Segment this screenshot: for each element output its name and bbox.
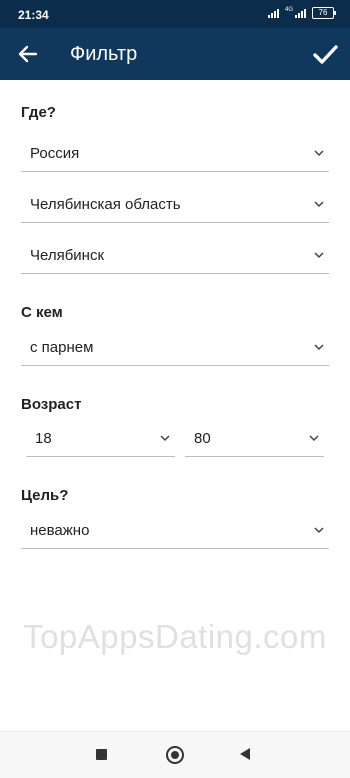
chevron-down-icon bbox=[314, 344, 324, 351]
circle-icon[interactable] bbox=[166, 746, 184, 764]
goal-label: Цель? bbox=[21, 487, 69, 504]
where-label: Где? bbox=[21, 104, 56, 121]
status-time: 21:34 bbox=[18, 8, 49, 22]
chevron-down-icon bbox=[160, 435, 170, 442]
system-nav-bar bbox=[0, 731, 350, 778]
app-bar: Фильтр bbox=[0, 28, 350, 80]
with-whom-label: С кем bbox=[21, 304, 63, 321]
signal-icon bbox=[267, 8, 279, 18]
region-value: Челябинская область bbox=[30, 196, 181, 213]
signal-icon-2 bbox=[295, 8, 306, 18]
square-icon[interactable] bbox=[96, 749, 107, 760]
status-bar: 21:34 4G 76 bbox=[0, 0, 350, 28]
chevron-down-icon bbox=[314, 527, 324, 534]
status-icons: 4G 76 bbox=[267, 7, 336, 19]
network-type: 4G bbox=[284, 7, 293, 13]
region-select[interactable]: Челябинская область bbox=[21, 184, 329, 223]
chevron-down-icon bbox=[314, 150, 324, 157]
battery-icon: 76 bbox=[312, 7, 336, 19]
country-select[interactable]: Россия bbox=[21, 133, 329, 172]
age-from-value: 18 bbox=[35, 430, 52, 447]
age-to-value: 80 bbox=[194, 430, 211, 447]
city-select[interactable]: Челябинск bbox=[21, 235, 329, 274]
triangle-back-icon[interactable] bbox=[240, 748, 250, 760]
age-from-select[interactable]: 18 bbox=[26, 418, 175, 457]
check-icon[interactable] bbox=[310, 39, 340, 69]
goal-value: неважно bbox=[30, 522, 90, 539]
with-whom-value: с парнем bbox=[30, 339, 94, 356]
with-whom-select[interactable]: с парнем bbox=[21, 327, 329, 366]
chevron-down-icon bbox=[309, 435, 319, 442]
city-value: Челябинск bbox=[30, 247, 105, 264]
age-to-select[interactable]: 80 bbox=[185, 418, 324, 457]
chevron-down-icon bbox=[314, 252, 324, 259]
arrow-left-icon[interactable] bbox=[14, 40, 42, 68]
country-value: Россия bbox=[30, 145, 80, 162]
page-title: Фильтр bbox=[70, 43, 138, 65]
goal-select[interactable]: неважно bbox=[21, 510, 329, 549]
chevron-down-icon bbox=[314, 201, 324, 208]
age-label: Возраст bbox=[21, 396, 82, 413]
watermark: TopAppsDating.com bbox=[23, 618, 327, 655]
